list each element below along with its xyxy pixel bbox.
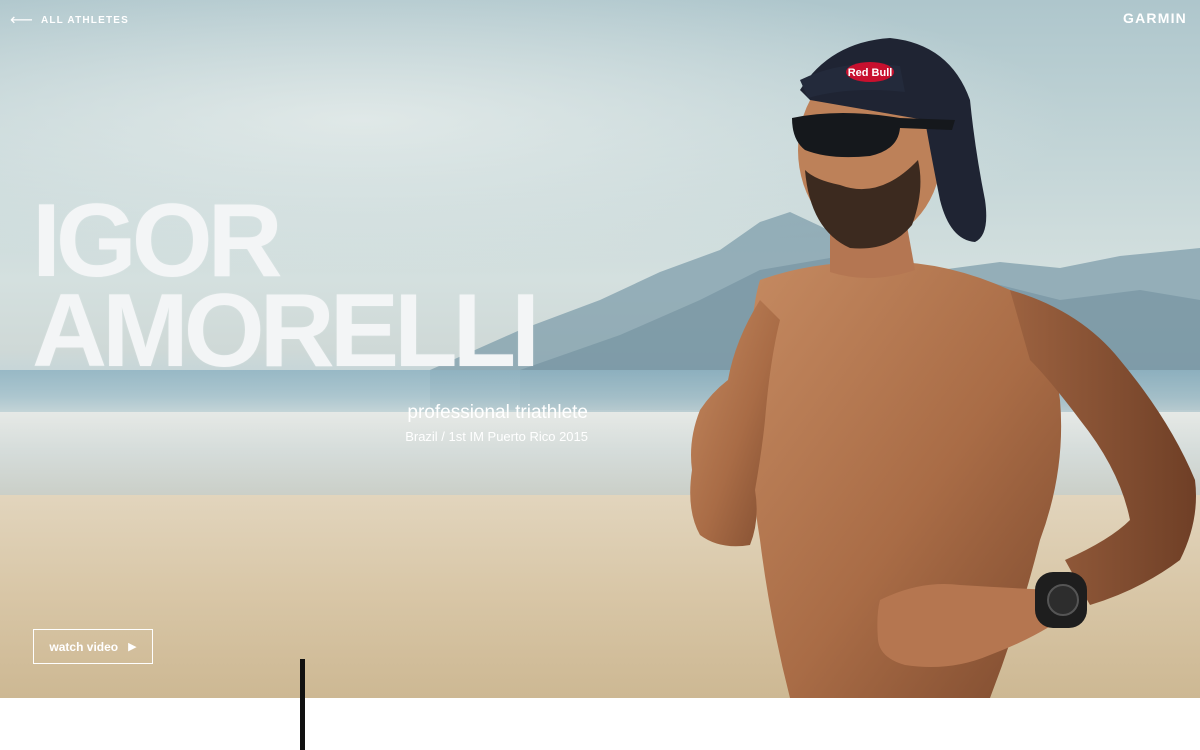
- garmin-logo[interactable]: GARMIN: [1123, 10, 1187, 26]
- cap-logo-text: Red Bull: [848, 67, 893, 79]
- vertical-divider: [300, 659, 305, 750]
- content-section: [0, 698, 1200, 750]
- athlete-name: IGOR AMORELLI: [32, 189, 540, 389]
- watch-video-label: watch video: [49, 639, 119, 654]
- athlete-meta: Brazil / 1st IM Puerto Rico 2015: [405, 429, 588, 444]
- arrow-left-icon: ⟵: [10, 10, 33, 29]
- play-icon: ▶: [128, 640, 137, 653]
- athlete-role: professional triathlete: [407, 402, 588, 423]
- all-athletes-label: ALL ATHLETES: [40, 14, 130, 26]
- watch-video-button[interactable]: watch video ▶: [33, 629, 153, 664]
- athlete-last-name: AMORELLI: [32, 273, 540, 389]
- all-athletes-link[interactable]: ⟵ ALL ATHLETES: [10, 12, 129, 28]
